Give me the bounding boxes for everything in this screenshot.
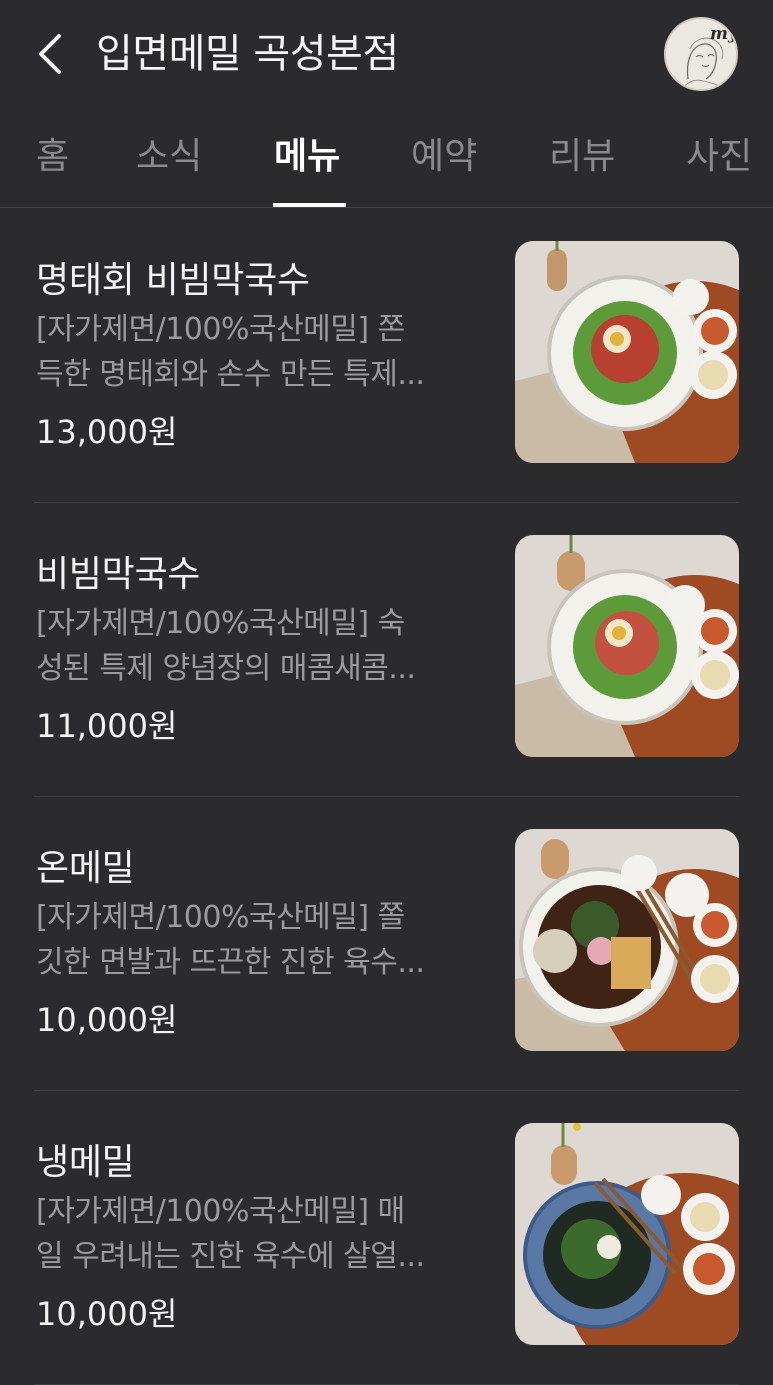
menu-item-price: 10,000원 [36, 1001, 178, 1039]
menu-item-description-line: [자가제면/100%국산메밀] 쫀 [36, 312, 405, 347]
menu-item-price: 13,000원 [36, 413, 178, 451]
menu-item-photo[interactable] [515, 241, 739, 463]
menu-item-photo[interactable] [515, 829, 739, 1051]
bibim-noodle-photo [515, 535, 739, 757]
tab-bar: 홈 소식 메뉴 예약 리뷰 사진 [0, 112, 773, 208]
profile-sketch-icon: my [666, 19, 738, 89]
tab-home[interactable]: 홈 [36, 112, 69, 207]
menu-item-description-line: 성된 특제 양념장의 매콤새콤... [36, 651, 416, 686]
avatar-badge-text: my [710, 24, 738, 44]
menu-item-name: 비빔막국수 [36, 554, 201, 595]
avatar[interactable]: my [664, 17, 738, 91]
menu-item-price: 10,000원 [36, 1295, 178, 1333]
tab-menu[interactable]: 메뉴 [274, 112, 340, 207]
active-tab-indicator [273, 203, 346, 207]
menu-item-description-line: 득한 명태회와 손수 만든 특제... [36, 357, 425, 392]
tab-news[interactable]: 소식 [136, 112, 202, 207]
tab-reviews[interactable]: 리뷰 [549, 112, 615, 207]
menu-item[interactable]: 명태회 비빔막국수 [자가제면/100%국산메밀] 쫀 득한 명태회와 손수 만… [0, 209, 773, 503]
page-title: 입면메밀 곡성본점 [96, 31, 399, 77]
menu-item-description-line: [자가제면/100%국산메밀] 쫄 [36, 900, 405, 935]
tab-reservation[interactable]: 예약 [411, 112, 477, 207]
chevron-left-icon [39, 34, 61, 74]
menu-item-description-line: [자가제면/100%국산메밀] 숙 [36, 606, 405, 641]
menu-item-description: [자가제면/100%국산메밀] 매 일 우려내는 진한 육수에 살얼... [36, 1189, 486, 1279]
menu-item-description-line: [자가제면/100%국산메밀] 매 [36, 1194, 405, 1229]
menu-item-name: 냉메밀 [36, 1142, 135, 1183]
menu-item[interactable]: 냉메밀 [자가제면/100%국산메밀] 매 일 우려내는 진한 육수에 살얼..… [0, 1091, 773, 1385]
menu-item-description-line: 일 우려내는 진한 육수에 살얼... [36, 1239, 425, 1274]
menu-item-description: [자가제면/100%국산메밀] 숙 성된 특제 양념장의 매콤새콤... [36, 601, 486, 691]
back-button[interactable] [26, 22, 74, 86]
hot-soba-photo [515, 829, 739, 1051]
menu-item-name: 명태회 비빔막국수 [36, 260, 310, 301]
menu-item-name: 온메밀 [36, 848, 135, 889]
menu-item-photo[interactable] [515, 1123, 739, 1345]
menu-item-description-line: 깃한 면발과 뜨끈한 진한 육수... [36, 945, 425, 980]
tab-photos[interactable]: 사진 [686, 112, 752, 207]
menu-item[interactable]: 온메밀 [자가제면/100%국산메밀] 쫄 깃한 면발과 뜨끈한 진한 육수..… [0, 797, 773, 1091]
menu-item-description: [자가제면/100%국산메밀] 쫀 득한 명태회와 손수 만든 특제... [36, 307, 486, 397]
menu-item-photo[interactable] [515, 535, 739, 757]
top-bar: 입면메밀 곡성본점 my [0, 0, 773, 108]
menu-item[interactable]: 비빔막국수 [자가제면/100%국산메밀] 숙 성된 특제 양념장의 매콤새콤.… [0, 503, 773, 797]
menu-item-description: [자가제면/100%국산메밀] 쫄 깃한 면발과 뜨끈한 진한 육수... [36, 895, 486, 985]
bibim-noodle-photo [515, 241, 739, 463]
menu-item-price: 11,000원 [36, 707, 178, 745]
cold-soba-photo [515, 1123, 739, 1345]
